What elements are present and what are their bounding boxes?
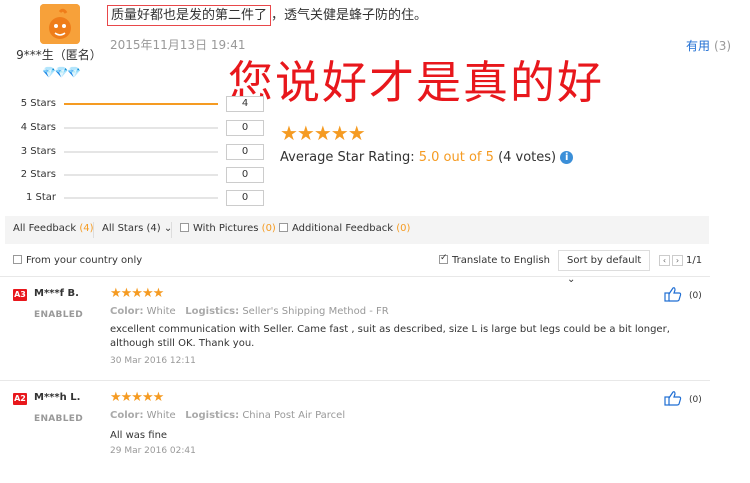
- checkbox-icon[interactable]: [279, 223, 288, 232]
- color-value: White: [146, 410, 176, 421]
- histogram-row[interactable]: 4 Stars 0: [0, 120, 270, 136]
- user-avatar: [40, 4, 80, 44]
- average-label: Average Star Rating:: [280, 150, 415, 165]
- user-name: 9***生（匿名）: [16, 48, 102, 62]
- buyer-level-badge: A2: [13, 393, 27, 405]
- average-stars-icon: ★★★★★: [280, 121, 366, 145]
- like-count: (0): [689, 395, 702, 405]
- average-rating: Average Star Rating: 5.0 out of 5 (4 vot…: [280, 150, 574, 165]
- divider: [171, 222, 172, 238]
- review-date: 30 Mar 2016 12:11: [110, 356, 196, 366]
- histogram-fill: [64, 103, 218, 105]
- histogram-row-label: 4 Stars: [20, 122, 56, 133]
- color-label: Color:: [110, 410, 144, 421]
- review-date: 2015年11月13日 19:41: [110, 38, 246, 52]
- filter-with-pictures-label: With Pictures: [193, 223, 259, 234]
- highlighted-text: 质量好都也是发的第二件了: [107, 5, 272, 26]
- filter-with-pictures-count: (0): [261, 223, 276, 234]
- histogram-count: 0: [226, 144, 264, 160]
- checkbox-icon[interactable]: [13, 255, 22, 264]
- info-icon[interactable]: i: [560, 151, 574, 164]
- filter-all-feedback-count: (4): [79, 223, 94, 234]
- next-page-button[interactable]: ›: [672, 255, 683, 266]
- translate-label: Translate to English: [452, 255, 550, 266]
- divider: [0, 276, 710, 277]
- logistics-label: Logistics:: [185, 410, 240, 421]
- histogram-track: [64, 151, 218, 153]
- reviewer-name: M***f B.: [34, 288, 79, 299]
- useful-label: 有用: [686, 39, 711, 53]
- useful-count: (3): [714, 39, 732, 53]
- filter-all-stars-dropdown[interactable]: All Stars (4) ⌄: [102, 223, 172, 234]
- review-meta: Color: White Logistics: China Post Air P…: [110, 410, 345, 421]
- histogram-count: 0: [226, 120, 264, 136]
- histogram-count: 0: [226, 167, 264, 183]
- reviewer-status: ENABLED: [34, 414, 83, 424]
- logistics-value: Seller's Shipping Method - FR: [242, 306, 389, 317]
- logistics-value: China Post Air Parcel: [242, 410, 346, 421]
- review-date: 29 Mar 2016 02:41: [110, 446, 196, 456]
- buyer-level-badge: A3: [13, 289, 27, 301]
- divider: [93, 222, 94, 238]
- color-label: Color:: [110, 306, 144, 317]
- average-value: 5.0 out of 5: [418, 150, 494, 165]
- histogram-count: 4: [226, 96, 264, 112]
- logistics-label: Logistics:: [185, 306, 240, 317]
- sort-label: Sort by default: [567, 255, 642, 266]
- filter-additional-label: Additional Feedback: [292, 223, 394, 234]
- review-stars-icon: ★★★★★: [110, 390, 164, 405]
- vote-count: (4 votes): [498, 150, 557, 165]
- filter-additional-count: (0): [396, 223, 411, 234]
- reviewer-status: ENABLED: [34, 310, 83, 320]
- review-body: All was fine: [110, 430, 168, 441]
- divider: [0, 380, 710, 381]
- filter-all-feedback-label: All Feedback: [13, 223, 77, 234]
- review-text-rest: ，透气关健是蜂子防的住。: [271, 8, 428, 23]
- page-indicator: 1/1: [686, 255, 703, 266]
- useful-button[interactable]: 有用 (3): [686, 37, 731, 54]
- like-button[interactable]: [664, 390, 682, 410]
- review-stars-icon: ★★★★★: [110, 286, 164, 301]
- filter-all-feedback[interactable]: All Feedback (4): [13, 223, 94, 234]
- checkbox-icon[interactable]: [180, 223, 189, 232]
- histogram-row-label: 3 Stars: [20, 146, 56, 157]
- histogram-row[interactable]: 1 Star 0: [0, 190, 270, 206]
- cartoon-avatar-icon: [40, 4, 80, 44]
- histogram-track: [64, 103, 218, 105]
- histogram-row-label: 5 Stars: [20, 98, 56, 109]
- reviewer-name: M***h L.: [34, 392, 81, 403]
- prev-page-button[interactable]: ‹: [659, 255, 670, 266]
- review-meta: Color: White Logistics: Seller's Shippin…: [110, 306, 389, 317]
- overlay-caption: 您说好才是真的好: [228, 56, 605, 109]
- histogram-row-label: 2 Stars: [20, 169, 56, 180]
- like-button[interactable]: [664, 286, 682, 306]
- histogram-track: [64, 174, 218, 176]
- checkbox-checked-icon[interactable]: [439, 253, 448, 264]
- review-text: 质量好都也是发的第二件了 ，透气关健是蜂子防的住。: [107, 4, 428, 26]
- histogram-count: 0: [226, 190, 264, 206]
- filter-with-pictures[interactable]: With Pictures (0): [180, 223, 276, 234]
- filter-bar: All Feedback (4) All Stars (4) ⌄ With Pi…: [5, 216, 709, 244]
- from-country-checkbox[interactable]: From your country only: [13, 255, 142, 266]
- color-value: White: [146, 306, 176, 317]
- from-country-label: From your country only: [26, 255, 143, 266]
- filter-all-stars-label: All Stars (4): [102, 223, 161, 234]
- like-count: (0): [689, 291, 702, 301]
- user-level-icon: 💎💎💎: [42, 66, 81, 79]
- histogram-row[interactable]: 5 Stars 4: [0, 96, 270, 112]
- thumbs-up-icon: [664, 287, 682, 302]
- histogram-row-label: 1 Star: [25, 192, 56, 203]
- translate-checkbox[interactable]: Translate to English: [439, 253, 550, 266]
- filter-additional-feedback[interactable]: Additional Feedback (0): [279, 223, 410, 234]
- sort-dropdown[interactable]: Sort by default ⌄: [558, 250, 650, 285]
- histogram-row[interactable]: 3 Stars 0: [0, 144, 270, 160]
- histogram-track: [64, 197, 218, 199]
- histogram-track: [64, 127, 218, 129]
- thumbs-up-icon: [664, 391, 682, 406]
- histogram-row[interactable]: 2 Stars 0: [0, 167, 270, 183]
- review-body: excellent communication with Seller. Cam…: [110, 324, 670, 349]
